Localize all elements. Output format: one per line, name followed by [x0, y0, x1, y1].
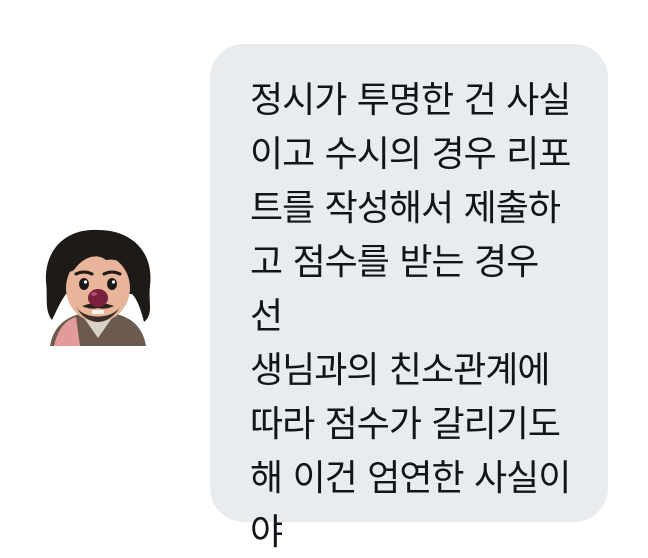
message-text: 정시가 투명한 건 사실 이고 수시의 경우 리포 트를 작성해서 제출하 고 … — [250, 80, 571, 553]
cartoon-avatar-icon — [45, 229, 151, 346]
avatar[interactable] — [36, 222, 160, 346]
message-bubble[interactable]: 정시가 투명한 건 사실 이고 수시의 경우 리포 트를 작성해서 제출하 고 … — [210, 44, 608, 553]
chat-message-row: 정시가 투명한 건 사실 이고 수시의 경우 리포 트를 작성해서 제출하 고 … — [0, 0, 648, 558]
